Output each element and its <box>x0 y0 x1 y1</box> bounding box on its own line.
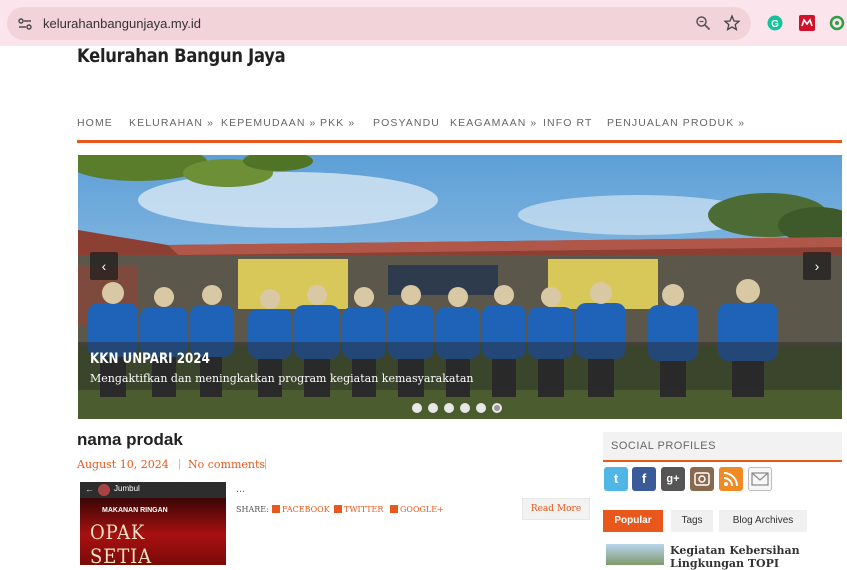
slide-title[interactable]: KKN UNPARI 2024 <box>90 351 210 367</box>
share-facebook-label: FACEBOOK <box>282 505 330 514</box>
nav-item-posyandu[interactable]: POSYANDU <box>373 117 440 129</box>
rss-icon[interactable] <box>719 467 743 491</box>
main-navigation: HOME KELURAHAN » KEPEMUDAAN » PKK » POSY… <box>77 117 842 135</box>
instagram-icon[interactable] <box>690 467 714 491</box>
slider-dot[interactable] <box>444 403 454 413</box>
post-thumbnail[interactable]: ← Jumbul MAKANAN RINGAN OPAK SETIA <box>80 482 226 565</box>
recycle-extension-icon[interactable] <box>829 15 845 31</box>
post-comments-link[interactable]: No comments <box>188 458 265 471</box>
tab-tags[interactable]: Tags <box>671 510 713 532</box>
slide-description: Mengaktifkan dan meningkatkan program ke… <box>90 372 474 385</box>
url-text[interactable]: kelurahanbangunjaya.my.id <box>43 16 201 31</box>
image-slider[interactable]: KKN UNPARI 2024 Mengaktifkan dan meningk… <box>78 155 842 419</box>
nav-item-home[interactable]: HOME <box>77 117 113 129</box>
back-arrow-icon: ← <box>85 484 94 494</box>
bookmark-star-icon[interactable] <box>723 14 741 32</box>
read-more-button[interactable]: Read More <box>522 498 590 520</box>
tab-popular[interactable]: Popular <box>603 510 663 532</box>
share-label: SHARE: <box>236 505 269 514</box>
facebook-icon[interactable]: f <box>632 467 656 491</box>
slider-dot[interactable] <box>476 403 486 413</box>
post-excerpt: ... <box>236 483 246 495</box>
mendeley-extension-icon[interactable] <box>799 15 815 31</box>
grammarly-extension-icon[interactable]: G <box>767 15 783 31</box>
browser-toolbar: kelurahanbangunjaya.my.id G <box>0 0 847 46</box>
tab-blog-archives[interactable]: Blog Archives <box>719 510 807 532</box>
post-title[interactable]: nama prodak <box>77 430 183 450</box>
site-title[interactable]: Kelurahan Bangun Jaya <box>77 45 286 67</box>
nav-item-kelurahan[interactable]: KELURAHAN » <box>129 117 214 129</box>
email-icon[interactable] <box>748 467 772 491</box>
thumbnail-account-name: Jumbul <box>114 484 140 493</box>
share-twitter-label: TWITTER <box>344 505 384 514</box>
sidebar-tabs: Popular Tags Blog Archives <box>603 510 842 532</box>
meta-separator: | <box>178 458 181 470</box>
share-twitter-link[interactable]: TWITTER <box>334 505 383 514</box>
thumbnail-product-name: OPAK SETIA <box>90 520 153 565</box>
nav-item-penjualan-produk[interactable]: PENJUALAN PRODUK » <box>607 117 745 129</box>
nav-item-kepemudaan[interactable]: KEPEMUDAAN » <box>221 117 316 129</box>
post-date[interactable]: August 10, 2024 <box>77 458 169 471</box>
address-bar[interactable]: kelurahanbangunjaya.my.id <box>7 7 751 40</box>
nav-item-info-rt[interactable]: INFO RT <box>543 117 593 129</box>
twitter-icon <box>334 505 342 513</box>
google-plus-icon <box>390 505 398 513</box>
share-google-link[interactable]: GOOGLE+ <box>390 505 444 514</box>
meta-separator: | <box>264 458 267 470</box>
social-profiles-title: SOCIAL PROFILES <box>611 440 716 452</box>
slider-dot[interactable] <box>412 403 422 413</box>
avatar <box>98 484 110 496</box>
thumbnail-tagline: MAKANAN RINGAN <box>102 507 168 514</box>
site-info-icon[interactable] <box>17 16 33 32</box>
nav-divider <box>77 140 842 143</box>
slider-dot[interactable] <box>460 403 470 413</box>
thumbnail-header: ← Jumbul <box>80 482 226 498</box>
slider-prev-button[interactable]: ‹ <box>90 252 118 280</box>
popular-post-thumbnail[interactable] <box>606 544 664 565</box>
nav-item-keagamaan[interactable]: KEAGAMAAN » <box>450 117 537 129</box>
slider-dot-active[interactable] <box>492 403 502 413</box>
slider-next-button[interactable]: › <box>803 252 831 280</box>
slider-pagination <box>412 403 512 413</box>
slider-dot[interactable] <box>428 403 438 413</box>
share-google-label: GOOGLE+ <box>400 505 444 514</box>
share-facebook-link[interactable]: FACEBOOK <box>272 505 330 514</box>
nav-item-pkk[interactable]: PKK » <box>320 117 355 129</box>
popular-post-title[interactable]: Kegiatan Kebersihan Lingkungan TOPI <box>670 544 830 570</box>
zoom-icon[interactable] <box>695 15 711 31</box>
svg-text:G: G <box>771 19 779 30</box>
social-profiles-heading: SOCIAL PROFILES <box>603 432 842 462</box>
twitter-icon[interactable]: t <box>604 467 628 491</box>
facebook-icon <box>272 505 280 513</box>
google-plus-icon[interactable]: g+ <box>661 467 685 491</box>
